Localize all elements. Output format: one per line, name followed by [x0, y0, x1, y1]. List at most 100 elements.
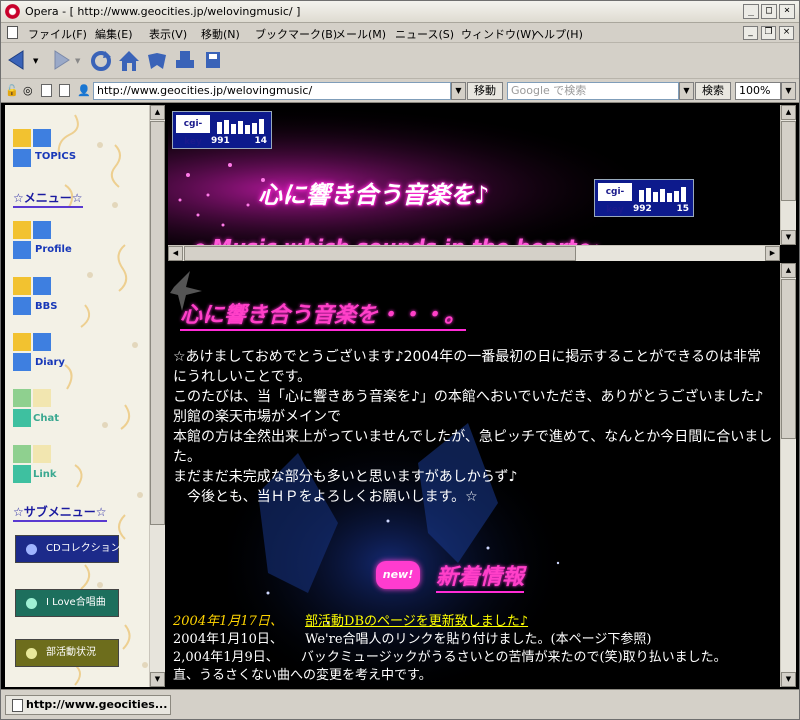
maximize-button[interactable]: □: [761, 4, 777, 19]
news-text-2: We're合唱人のリンクを貼り付けました。(本ページ下参照): [305, 632, 652, 647]
top-banner-frame: cgi-key 991 14 心に響き合う音楽を♪ cgi-key 992 15…: [168, 105, 780, 245]
address-toolbar: 🔓 ◎ 👤 http://www.geocities.jp/welovingmu…: [1, 79, 799, 103]
club-status-button[interactable]: 部活動状況: [15, 639, 119, 667]
top-hscroll-thumb[interactable]: [184, 246, 576, 261]
menu-mail[interactable]: メール(M): [335, 26, 386, 42]
mdi-minimize-button[interactable]: _: [743, 26, 758, 40]
back-history-dropdown-icon[interactable]: ▼: [33, 57, 38, 65]
left-scroll-thumb[interactable]: [150, 121, 165, 525]
nav-diary[interactable]: Diary: [35, 357, 65, 368]
close-button[interactable]: ×: [779, 4, 795, 19]
intro-paragraph-5: 今後とも、当ＨＰをよろしくお願いします。☆: [173, 489, 478, 505]
zoom-field[interactable]: 100%: [735, 82, 781, 100]
intro-paragraph-3: 本館の方は全然出来上がっていませんでしたが、急ピッチで進めて、なんとか今日間に合…: [173, 429, 773, 465]
document-info-icon[interactable]: [59, 84, 70, 97]
print-icon[interactable]: [173, 49, 197, 73]
menu-heading: ☆メニュー☆: [13, 189, 83, 208]
top-frame-hscrollbar[interactable]: ◀ ▶: [168, 245, 780, 261]
forward-icon[interactable]: [49, 49, 71, 71]
club-status-label: 部活動状況: [46, 647, 96, 658]
mdi-close-button[interactable]: ×: [779, 26, 794, 40]
back-icon[interactable]: [7, 49, 29, 71]
menu-window[interactable]: ウィンドウ(W): [461, 26, 535, 42]
menu-bar: ファイル(F) 編集(E) 表示(V) 移動(N) ブックマーク(B) メール(…: [1, 23, 799, 43]
intro-text-block: ☆あけましておめでとうございます♪2004年の一番最初の日に掲示することができる…: [173, 347, 773, 507]
i-love-choral-button[interactable]: I Love合唱曲: [15, 589, 119, 617]
news-heading: 新着情報: [436, 559, 525, 593]
search-button[interactable]: 検索: [695, 82, 731, 100]
news-item-2: 2004年1月10日、 We're合唱人のリンクを貼り付けました。(本ページ下参…: [173, 631, 651, 649]
top-scroll-left-icon[interactable]: ◀: [168, 246, 183, 261]
sub-menu-heading: ☆サブメニュー☆: [13, 503, 107, 522]
news-item-1: 2004年1月17日、 部活動DBのページを更新致しました♪: [173, 613, 528, 631]
top-frame-vscrollbar[interactable]: ▲ ▼: [780, 105, 796, 245]
search-field[interactable]: Google で検索: [507, 82, 679, 100]
scrolling-marquee-text: ～Music which sounds in the heart～: [192, 231, 597, 245]
nav-chat[interactable]: Chat: [33, 413, 59, 424]
status-bar: http://www.geocities...: [1, 689, 799, 719]
go-button[interactable]: 移動: [467, 82, 503, 100]
title-bar: Opera - [ http://www.geocities.jp/welovi…: [1, 1, 799, 23]
zoom-dropdown-icon[interactable]: ▼: [781, 82, 796, 100]
minimize-button[interactable]: _: [743, 4, 759, 19]
cd-collection-button[interactable]: CDコレクション: [15, 535, 121, 563]
menu-edit[interactable]: 編集(E): [95, 26, 133, 42]
profile-squares-icon: [13, 221, 53, 261]
mdi-restore-button[interactable]: ❐: [761, 26, 776, 40]
top-vscroll-thumb[interactable]: [781, 121, 796, 201]
intro-paragraph-4: まだまだ未完成な部分も多いと思いますがあしからず♪: [173, 469, 518, 485]
access-counter-2: cgi-key 992 15: [594, 179, 694, 217]
counter-1-bars: [217, 119, 264, 134]
i-love-choral-label: I Love合唱曲: [46, 597, 106, 608]
left-scroll-up-icon[interactable]: ▲: [150, 105, 165, 120]
left-scroll-down-icon[interactable]: ▼: [150, 672, 165, 687]
news-item-4: 直、うるさくない曲への変更を考え中です。: [173, 667, 432, 685]
main-frame-scrollbar[interactable]: ▲ ▼: [780, 263, 796, 687]
main-heading: 心に響き合う音楽を・・・。: [180, 297, 467, 331]
cookie-icon[interactable]: ◎: [23, 84, 37, 98]
counter-2-total: 992: [633, 204, 652, 214]
forward-history-dropdown-icon[interactable]: ▼: [75, 57, 80, 65]
security-lock-icon[interactable]: 🔓: [5, 84, 19, 98]
page-icon[interactable]: [41, 84, 52, 97]
counter-2-bars: [639, 187, 686, 202]
main-scroll-down-icon[interactable]: ▼: [781, 672, 796, 687]
menu-navigate[interactable]: 移動(N): [201, 26, 240, 42]
top-scroll-down-icon[interactable]: ▼: [781, 230, 796, 245]
news-date-3: 2,004年1月9日、: [173, 650, 279, 665]
main-scroll-up-icon[interactable]: ▲: [781, 263, 796, 278]
menu-bookmarks[interactable]: ブックマーク(B): [255, 26, 337, 42]
counter-1-brand: cgi-key: [176, 115, 210, 147]
user-icon[interactable]: 👤: [77, 84, 91, 98]
counter-2-brand: cgi-key: [598, 183, 632, 215]
menu-news[interactable]: ニュース(S): [395, 26, 454, 42]
nav-link[interactable]: Link: [33, 469, 57, 480]
menu-view[interactable]: 表示(V): [149, 26, 187, 42]
news-date-2: 2004年1月10日、: [173, 632, 283, 647]
status-text: http://www.geocities...: [26, 698, 168, 711]
news-text-4: 直、うるさくない曲への変更を考え中です。: [173, 668, 432, 683]
top-scroll-up-icon[interactable]: ▲: [781, 105, 796, 120]
search-engine-dropdown-icon[interactable]: ▼: [679, 82, 694, 100]
news-text-3: バックミュージックがうるさいとの苦情が来たので(笑)取り払いました。: [300, 650, 727, 665]
access-counter-1: cgi-key 991 14: [172, 111, 272, 149]
news-link-1[interactable]: 部活動DBのページを更新致しました♪: [305, 614, 528, 629]
save-icon[interactable]: [201, 49, 225, 73]
intro-paragraph-2: このたびは、当「心に響きあう音楽を♪」の本館へおいでいただき、ありがとうございま…: [173, 389, 764, 425]
reload-icon[interactable]: [89, 49, 113, 73]
main-scroll-thumb[interactable]: [781, 279, 796, 439]
cd-collection-label: CDコレクション: [46, 543, 121, 554]
url-dropdown-icon[interactable]: ▼: [451, 82, 466, 100]
home-icon[interactable]: [117, 49, 141, 73]
top-banner-title: 心に響き合う音楽を♪: [258, 181, 490, 209]
menu-help[interactable]: ヘルプ(H): [533, 26, 583, 42]
nav-topics[interactable]: TOPICS: [35, 151, 76, 162]
top-scroll-right-icon[interactable]: ▶: [765, 246, 780, 261]
document-icon: [7, 26, 18, 39]
nav-bbs[interactable]: BBS: [35, 301, 57, 312]
wand-icon[interactable]: [145, 49, 169, 73]
menu-file[interactable]: ファイル(F): [28, 26, 87, 42]
url-field[interactable]: http://www.geocities.jp/welovingmusic/: [93, 82, 451, 100]
nav-profile[interactable]: Profile: [35, 244, 72, 255]
left-frame-scrollbar[interactable]: ▲ ▼: [149, 105, 165, 687]
